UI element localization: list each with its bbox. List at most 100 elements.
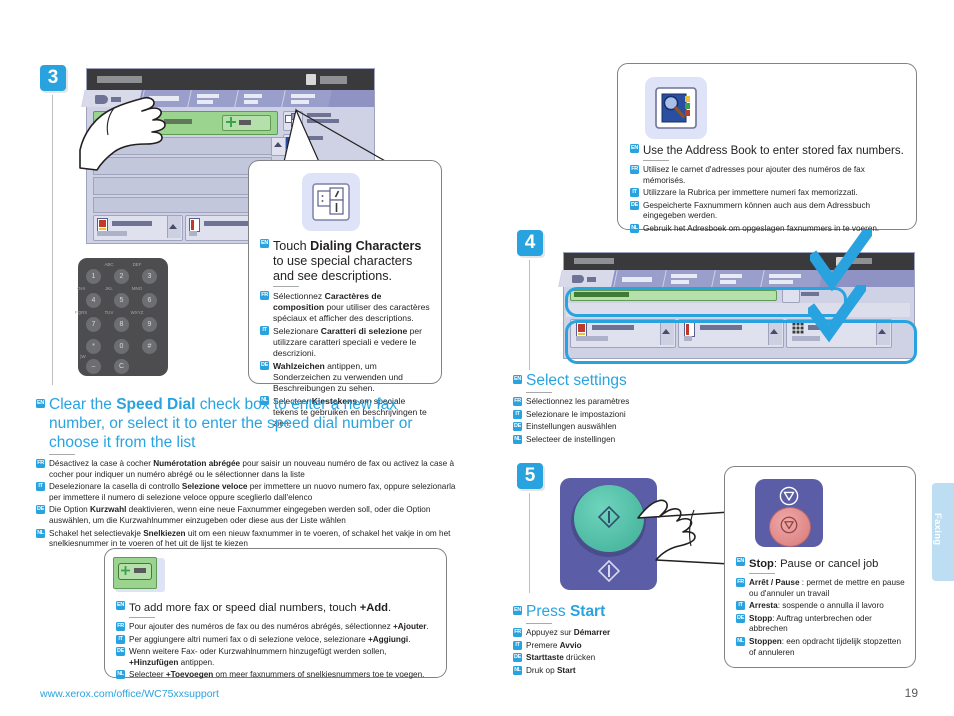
option-2-value bbox=[189, 231, 197, 236]
lang-badge-en: EN bbox=[116, 601, 125, 610]
select-settings-de-text: Einstellungen auswählen bbox=[526, 422, 617, 432]
speed-dial-line-nl: NL Schakel het selectievakje Snelkiezen … bbox=[36, 528, 456, 550]
lang-badge-nl: NL bbox=[630, 223, 639, 233]
dialing-characters-line-de: DE Wahlzeichen antippen, um Sonderzeiche… bbox=[260, 361, 432, 394]
press-start-text-block: EN Press Start FR Appuyez sur Démarrer I… bbox=[513, 602, 733, 678]
press-start-it-text: Premere Avvio bbox=[526, 640, 582, 650]
screen-title-placeholder bbox=[574, 258, 614, 264]
keypad-letters-jkl: JKL bbox=[105, 286, 113, 291]
keypad-key-5[interactable]: 5 bbox=[114, 293, 129, 308]
lang-badge-fr: FR bbox=[736, 578, 745, 587]
keypad-key-6[interactable]: 6 bbox=[142, 293, 157, 308]
plus-icon bbox=[121, 566, 130, 575]
stop-symbol-icon bbox=[779, 486, 799, 506]
stop-fr-text: Arrêt / Pause : permet de mettre en paus… bbox=[749, 578, 905, 598]
check-mark-2-icon bbox=[808, 285, 866, 343]
option-1-label bbox=[112, 221, 152, 226]
highlight-tabs-outline bbox=[565, 287, 847, 317]
guide-page: 3 ABC DEF 1 2 3 GHI JKL MNO 4 5 6 PQRS T… bbox=[0, 0, 954, 716]
hand-pointing-step3 bbox=[79, 96, 166, 171]
keypad-letters-ghi: GHI bbox=[77, 286, 85, 291]
add-fr-text: Pour ajouter des numéros de fax ou des n… bbox=[129, 622, 429, 631]
step-3-badge: 3 bbox=[40, 65, 66, 91]
keypad-key-2[interactable]: 2 bbox=[114, 269, 129, 284]
step-4-rule bbox=[529, 260, 530, 370]
keypad-key-9[interactable]: 9 bbox=[142, 317, 157, 332]
numeric-keypad[interactable]: ABC DEF 1 2 3 GHI JKL MNO 4 5 6 PQRS TUV… bbox=[75, 258, 168, 376]
keypad-key-1[interactable]: 1 bbox=[86, 269, 101, 284]
screen-tab-3[interactable] bbox=[662, 270, 715, 287]
screen-title-placeholder bbox=[97, 76, 142, 83]
screen-tab4-label-a bbox=[244, 94, 262, 98]
step-3-rule bbox=[52, 95, 53, 385]
dialing-characters-icon-plate bbox=[302, 173, 360, 231]
dialing-characters-en-text: Touch Dialing Characters to use special … bbox=[273, 239, 422, 283]
stop-de-text: Stopp: Auftrag unterbrechen oder abbrech… bbox=[749, 613, 872, 634]
keypad-key-star[interactable]: * bbox=[86, 339, 101, 354]
dialing-characters-fr-text: Sélectionnez Caractères de composition p… bbox=[273, 291, 430, 323]
keypad-key-4[interactable]: 4 bbox=[86, 293, 101, 308]
lang-badge-it: IT bbox=[513, 409, 522, 419]
keypad-letters-wxyz: WXYZ bbox=[130, 310, 144, 315]
select-settings-fr-text: Sélectionnez les paramètres bbox=[526, 397, 630, 406]
lang-badge-fr: FR bbox=[116, 622, 125, 631]
keypad-key-clear[interactable]: C bbox=[114, 359, 129, 374]
stop-line-de: DE Stopp: Auftrag unterbrechen oder abbr… bbox=[736, 613, 908, 635]
add-nl-text: Selecteer +Toevoegen om meer faxnummers … bbox=[129, 670, 425, 680]
lang-badge-fr: FR bbox=[260, 291, 269, 300]
speed-dial-de-text: Die Option Kurzwahl deaktivieren, wenn e… bbox=[49, 505, 431, 525]
screen-tab-5[interactable] bbox=[281, 90, 332, 107]
option-1-arrow-icon bbox=[169, 224, 177, 229]
lang-badge-it: IT bbox=[736, 601, 745, 611]
keypad-key-7[interactable]: 7 bbox=[86, 317, 101, 332]
screen-tab-3[interactable] bbox=[187, 90, 238, 107]
keypad-key-hash[interactable]: # bbox=[142, 339, 157, 354]
select-settings-it-text: Selezionare le impostazioni bbox=[526, 409, 626, 419]
press-start-divider bbox=[526, 623, 552, 624]
support-url[interactable]: www.xerox.com/office/WC75xxsupport bbox=[40, 688, 219, 700]
lang-badge-de: DE bbox=[116, 647, 125, 657]
option-1-value bbox=[97, 231, 127, 236]
select-settings-text-block: EN Select settings FR Sélectionnez les p… bbox=[513, 371, 813, 447]
press-start-nl-text: Druk op Start bbox=[526, 665, 576, 675]
lang-badge-it: IT bbox=[513, 640, 522, 650]
address-book-line-fr: FR Utilisez le carnet d'adresses pour aj… bbox=[630, 165, 908, 186]
press-start-de-text: Starttaste drücken bbox=[526, 653, 596, 663]
hand-pressing-start bbox=[637, 499, 731, 565]
add-it-text: Per aggiungere altri numeri fax o di sel… bbox=[129, 634, 411, 644]
speed-dial-it-text: Deselezionare la casella di controllo Se… bbox=[49, 482, 456, 502]
recipient-list-row-4[interactable] bbox=[93, 197, 272, 213]
screen-tab-4[interactable] bbox=[711, 270, 764, 287]
scroll-up-arrow-icon bbox=[274, 142, 282, 147]
address-book-line-en: EN Use the Address Book to enter stored … bbox=[630, 144, 908, 158]
screen-tab-4[interactable] bbox=[234, 90, 285, 107]
lang-badge-fr: FR bbox=[36, 459, 45, 468]
start-diamond-icon bbox=[598, 506, 620, 528]
speed-dial-en-text: Clear the Speed Dial check box to enter … bbox=[49, 396, 413, 451]
stop-callout: EN Stop: Pause or cancel job FR Arrêt / … bbox=[724, 466, 916, 668]
section-tab-faxing[interactable]: Faxing bbox=[932, 483, 954, 581]
press-start-line-fr: FR Appuyez sur Démarrer bbox=[513, 628, 733, 639]
dialing-characters-line-it: IT Selezionare Caratteri di selezione pe… bbox=[260, 326, 432, 359]
screen-tab3-label-a bbox=[197, 94, 219, 98]
keypad-key-3[interactable]: 3 bbox=[142, 269, 157, 284]
address-book-divider bbox=[643, 160, 669, 161]
address-book-icon-plate bbox=[645, 77, 707, 139]
press-start-en-text: Press Start bbox=[526, 603, 606, 620]
keypad-key-0[interactable]: 0 bbox=[114, 339, 129, 354]
lang-badge-it: IT bbox=[36, 482, 45, 492]
step-5-rule bbox=[529, 493, 530, 593]
add-divider bbox=[129, 617, 155, 618]
address-book-de-text: Gespeicherte Faxnummern können auch aus … bbox=[643, 200, 871, 221]
screen-tab-icon bbox=[572, 275, 584, 283]
keypad-key-dash[interactable]: – bbox=[86, 359, 101, 374]
lang-badge-de: DE bbox=[630, 200, 639, 210]
lang-badge-fr: FR bbox=[513, 397, 522, 406]
section-tab-label: Faxing bbox=[932, 513, 943, 546]
keypad-key-8[interactable]: 8 bbox=[114, 317, 129, 332]
lang-badge-en: EN bbox=[36, 399, 45, 408]
recipient-list-row-3[interactable] bbox=[93, 177, 272, 195]
start-label-diamond-icon bbox=[598, 560, 620, 582]
add-button-label bbox=[239, 120, 251, 125]
select-settings-en-text: Select settings bbox=[526, 372, 627, 389]
